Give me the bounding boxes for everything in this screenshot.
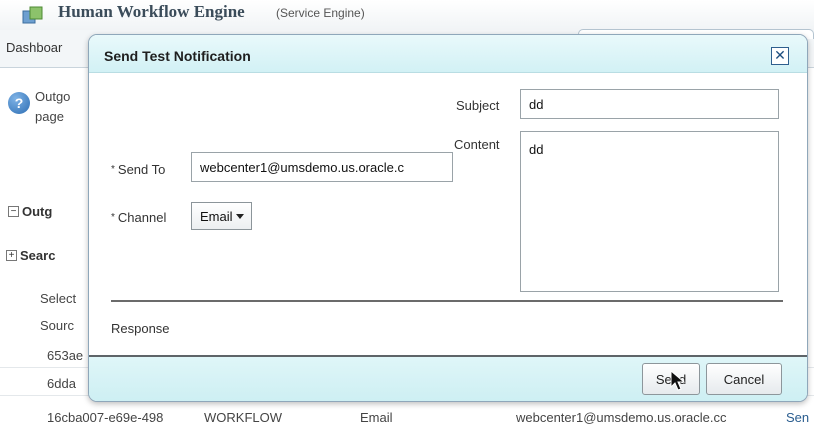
row-id: 653ae	[47, 348, 84, 363]
page-header: Human Workflow Engine (Service Engine)	[0, 0, 814, 30]
row-address: webcenter1@umsdemo.us.oracle.cc	[516, 410, 727, 425]
response-label: Response	[111, 321, 170, 336]
send-button[interactable]: Send	[642, 363, 700, 395]
send-to-input[interactable]	[191, 152, 453, 182]
channel-select-value: Email	[200, 209, 233, 224]
row-action-link[interactable]: Sen	[786, 410, 809, 425]
response-divider	[111, 300, 783, 302]
source-label: Sourc	[40, 318, 74, 333]
content-textarea[interactable]: dd	[520, 131, 779, 292]
engine-title: Human Workflow Engine	[58, 2, 245, 21]
tab-dashboard[interactable]: Dashboar	[6, 40, 62, 55]
help-icon: ?	[8, 92, 30, 114]
subject-input[interactable]	[520, 89, 779, 119]
dialog-footer: Send Cancel	[89, 355, 807, 401]
close-icon[interactable]: ✕	[771, 47, 789, 65]
dialog-header: Send Test Notification ✕	[89, 35, 807, 73]
cancel-button[interactable]: Cancel	[706, 363, 782, 395]
send-to-label: * Send To	[111, 162, 165, 177]
content-label: Content	[454, 137, 500, 152]
dialog-title: Send Test Notification	[104, 48, 251, 64]
send-to-label-text: Send To	[117, 162, 166, 177]
engine-icon	[22, 6, 43, 24]
channel-label: * Channel	[111, 210, 166, 225]
required-marker: *	[111, 164, 115, 175]
channel-label-text: Channel	[117, 210, 167, 225]
subject-label: Subject	[456, 98, 500, 113]
collapse-icon[interactable]: −	[8, 206, 19, 217]
help-text-line1: Outgo	[35, 89, 71, 104]
select-label: Select	[40, 291, 77, 306]
send-test-notification-dialog: Send Test Notification ✕ Subject Content…	[88, 34, 808, 402]
help-text-line2: page	[35, 109, 64, 124]
required-marker: *	[111, 212, 115, 223]
channel-select[interactable]: Email	[191, 202, 252, 230]
section-outgoing-heading: Outg	[22, 204, 53, 219]
row-channel: Email	[360, 410, 393, 425]
row-id: 6dda	[47, 376, 76, 391]
section-search-heading: Searc	[20, 248, 56, 263]
expand-icon[interactable]: +	[6, 250, 17, 261]
row-type: WORKFLOW	[204, 410, 282, 425]
row-id: 16cba007-e69e-498	[47, 410, 164, 425]
chevron-down-icon	[236, 214, 244, 219]
engine-subtitle: (Service Engine)	[276, 6, 365, 20]
